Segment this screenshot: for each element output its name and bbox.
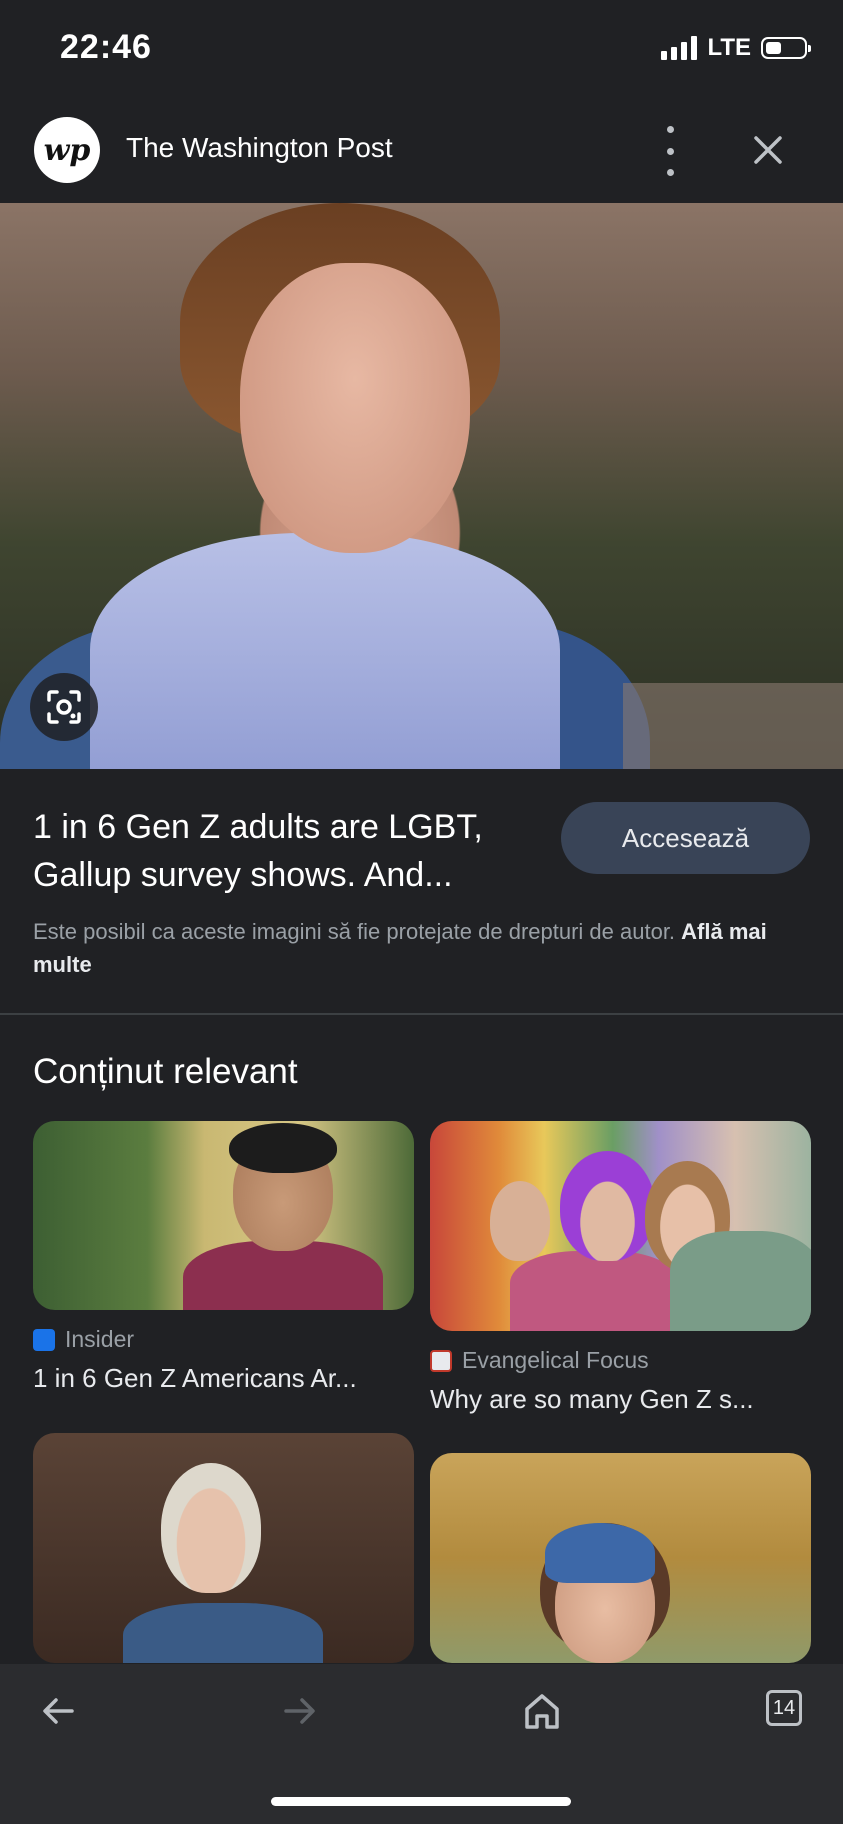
related-source-name: Evangelical Focus [462, 1347, 649, 1373]
related-thumbnail[interactable] [430, 1121, 811, 1331]
home-indicator[interactable] [271, 1797, 571, 1806]
arrow-right-icon[interactable] [270, 1686, 330, 1736]
home-icon[interactable] [512, 1686, 572, 1736]
related-source-name: Insider [65, 1326, 135, 1352]
close-icon[interactable] [748, 130, 788, 170]
site-logo: wp [34, 117, 100, 183]
related-title[interactable]: 1 in 6 Gen Z Americans Ar... [33, 1363, 414, 1394]
network-type: LTE [707, 34, 751, 61]
site-title[interactable]: The Washington Post [126, 132, 393, 164]
visit-button[interactable]: Accesează [561, 802, 810, 874]
insider-favicon-icon [33, 1328, 55, 1351]
result-headline[interactable]: 1 in 6 Gen Z adults are LGBT, Gallup sur… [33, 803, 533, 899]
related-thumbnail[interactable] [33, 1121, 414, 1310]
more-options-icon[interactable] [655, 126, 685, 176]
copyright-notice: Este posibil ca aceste imagini să fie pr… [33, 915, 773, 981]
related-source: Insider [33, 1326, 414, 1353]
status-indicators: LTE [661, 34, 811, 62]
related-thumbnail[interactable] [33, 1433, 414, 1663]
status-time: 22:46 [60, 28, 152, 66]
tab-switcher-button[interactable]: 14 [766, 1690, 802, 1726]
related-card[interactable]: Insider 1 in 6 Gen Z Americans Ar... [33, 1121, 414, 1394]
related-card[interactable]: Evangelical Focus Why are so many Gen Z … [430, 1121, 811, 1415]
hero-image[interactable] [0, 203, 843, 769]
related-title[interactable]: Why are so many Gen Z s... [430, 1384, 811, 1415]
related-card[interactable] [33, 1433, 414, 1663]
related-content-title: Conținut relevant [33, 1052, 298, 1091]
arrow-left-icon[interactable] [28, 1686, 88, 1736]
related-source: Evangelical Focus [430, 1347, 811, 1374]
related-card[interactable] [430, 1453, 811, 1663]
battery-icon [761, 37, 811, 59]
divider [0, 1013, 843, 1015]
google-lens-icon[interactable] [30, 673, 98, 741]
signal-icon [661, 36, 698, 60]
evangelical-focus-favicon-icon [430, 1349, 452, 1372]
copyright-text: Este posibil ca aceste imagini să fie pr… [33, 919, 676, 944]
related-thumbnail[interactable] [430, 1453, 811, 1663]
